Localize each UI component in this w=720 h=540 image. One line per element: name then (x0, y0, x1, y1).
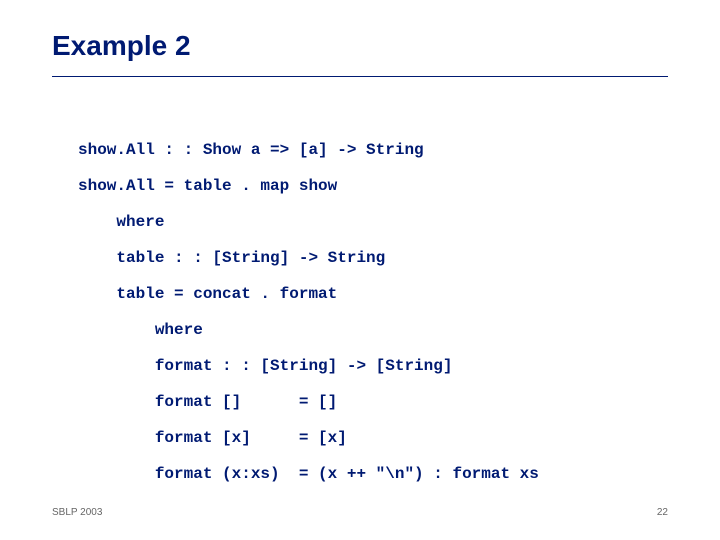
code-line: show.All = table . map show (78, 177, 337, 195)
code-line: format (x:xs) = (x ++ "\n") : format xs (78, 465, 539, 483)
code-line: where (78, 213, 164, 231)
code-line: where (78, 321, 203, 339)
title-rule (52, 76, 668, 77)
page-number: 22 (657, 507, 668, 518)
code-line: show.All : : Show a => [a] -> String (78, 141, 424, 159)
footer-left: SBLP 2003 (52, 507, 102, 518)
slide: Example 2 show.All : : Show a => [a] -> … (0, 0, 720, 540)
code-block: show.All : : Show a => [a] -> String sho… (78, 132, 539, 492)
code-line: table : : [String] -> String (78, 249, 385, 267)
code-line: table = concat . format (78, 285, 337, 303)
slide-title: Example 2 (52, 30, 191, 62)
code-line: format [] = [] (78, 393, 337, 411)
code-line: format [x] = [x] (78, 429, 347, 447)
code-line: format : : [String] -> [String] (78, 357, 452, 375)
